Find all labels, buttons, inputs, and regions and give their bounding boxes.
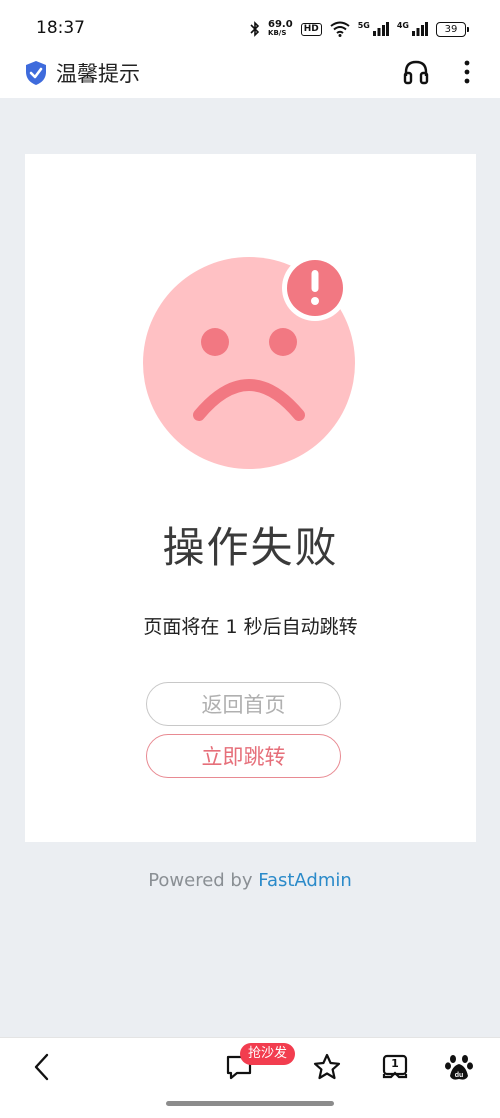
- tabs-count: 1: [391, 1057, 399, 1070]
- sofa-badge[interactable]: 抢沙发: [240, 1043, 296, 1065]
- wifi-icon: [330, 21, 350, 37]
- hd-voice-icon: HD: [300, 22, 322, 36]
- more-menu-icon[interactable]: [458, 58, 476, 86]
- shield-check-icon: [26, 61, 46, 85]
- powered-by: Powered by FastAdmin: [148, 870, 352, 891]
- signal-5g-icon: 5G: [358, 22, 389, 36]
- tabs-button[interactable]: 1: [380, 1052, 410, 1082]
- status-time: 18:37: [36, 18, 85, 38]
- result-title: 操作失败: [162, 523, 339, 572]
- battery-icon: 39: [436, 21, 469, 37]
- headset-icon[interactable]: [402, 58, 430, 86]
- page-title: 温馨提示: [56, 62, 140, 86]
- sad-face-icon: [143, 255, 355, 469]
- fastadmin-link[interactable]: FastAdmin: [258, 870, 352, 891]
- back-arrow-icon[interactable]: [28, 1052, 58, 1082]
- redirect-countdown: 页面将在 1 秒后自动跳转: [143, 616, 358, 638]
- baidu-paw-icon[interactable]: du: [444, 1052, 474, 1082]
- svg-text:du: du: [455, 1072, 464, 1079]
- bluetooth-icon: [250, 21, 260, 37]
- back-home-button[interactable]: 返回首页: [146, 682, 341, 726]
- status-indicators: 69.0 KB/S HD 5G 4G 39: [250, 19, 469, 38]
- status-bar: 18:37 69.0 KB/S HD 5G 4G 39: [0, 0, 500, 56]
- result-card: 操作失败 页面将在 1 秒后自动跳转 返回首页 立即跳转: [25, 154, 476, 842]
- signal-4g-icon: 4G: [397, 22, 428, 36]
- network-speed: 69.0 KB/S: [268, 19, 293, 38]
- title-bar: 温馨提示: [0, 56, 500, 98]
- star-icon[interactable]: [312, 1052, 342, 1082]
- jump-now-button[interactable]: 立即跳转: [146, 734, 341, 778]
- home-indicator[interactable]: [166, 1101, 334, 1106]
